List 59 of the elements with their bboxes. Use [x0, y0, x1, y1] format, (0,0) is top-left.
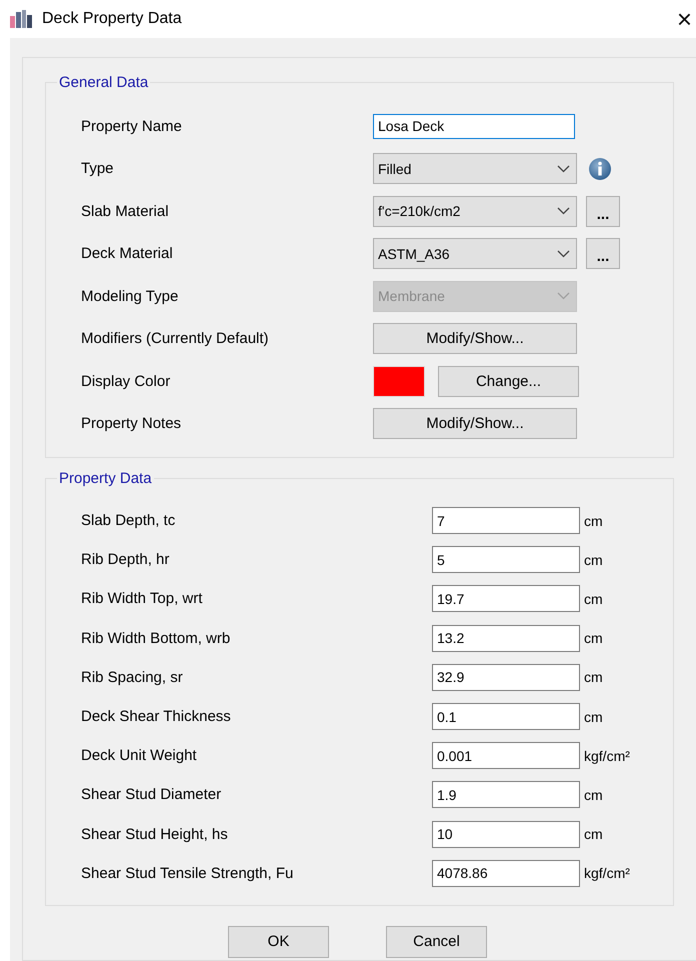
field-label: Rib Spacing, sr	[81, 668, 184, 686]
number-input[interactable]: 0.001	[432, 742, 580, 770]
field-label: Shear Stud Tensile Strength, Fu	[81, 864, 294, 882]
chevron-down-icon	[557, 292, 570, 300]
group-title: Property Data	[58, 470, 153, 487]
window-title: Deck Property Data	[42, 10, 183, 28]
unit-label: cm	[584, 512, 603, 529]
app-icon	[10, 10, 32, 28]
field-label: Deck Shear Thickness	[81, 708, 232, 726]
field-label: Display Color	[81, 372, 172, 390]
field-label: Rib Width Top, wrt	[81, 590, 204, 608]
field-label: Type	[81, 160, 115, 178]
field-label: Property Name	[81, 118, 183, 135]
field-label: Slab Depth, tc	[81, 512, 176, 530]
field-label: Slab Material	[81, 202, 170, 220]
chevron-down-icon	[557, 164, 570, 173]
browse-button[interactable]: ...	[586, 238, 620, 270]
dropdown[interactable]: f'c=210k/cm2	[373, 196, 577, 227]
field-label: Shear Stud Height, hs	[81, 826, 229, 843]
number-input[interactable]: 10	[432, 820, 580, 848]
dropdown[interactable]: Filled	[373, 153, 577, 184]
text-input[interactable]: Losa Deck	[373, 114, 575, 139]
number-input[interactable]: 1.9	[432, 781, 580, 808]
number-input[interactable]: 13.2	[432, 624, 580, 652]
field-label: Shear Stud Diameter	[81, 786, 222, 804]
unit-label: cm	[584, 669, 603, 686]
group-title: General Data	[58, 74, 150, 91]
browse-button[interactable]: ...	[586, 196, 620, 227]
dropdown[interactable]: ASTM_A36	[373, 238, 577, 270]
number-input[interactable]: 5	[432, 546, 580, 574]
field-label: Deck Unit Weight	[81, 747, 198, 764]
field-label: Modeling Type	[81, 288, 180, 305]
number-input[interactable]: 0.1	[432, 703, 580, 730]
unit-label: cm	[584, 708, 603, 725]
number-input[interactable]: 4078.86	[432, 860, 580, 887]
chevron-down-icon	[557, 207, 570, 216]
unit-label: kgf/cm²	[584, 748, 630, 764]
field-label: Modifiers (Currently Default)	[81, 330, 270, 348]
number-input[interactable]: 19.7	[432, 585, 580, 612]
field-label: Deck Material	[81, 245, 174, 262]
cancel-button[interactable]: Cancel	[386, 926, 487, 958]
unit-label: cm	[584, 590, 603, 607]
ok-button[interactable]: OK	[228, 926, 329, 958]
unit-label: cm	[584, 826, 603, 842]
chevron-down-icon	[557, 250, 570, 258]
modify-button[interactable]: Modify/Show...	[373, 323, 577, 354]
field-label: Rib Width Bottom, wrb	[81, 630, 232, 647]
color-swatch[interactable]	[373, 366, 425, 397]
field-label: Property Notes	[81, 415, 182, 432]
close-button[interactable]: ×	[676, 4, 696, 34]
unit-label: cm	[584, 630, 603, 646]
change-button[interactable]: Change...	[438, 366, 579, 397]
unit-label: kgf/cm²	[584, 865, 630, 882]
number-input[interactable]: 7	[432, 507, 580, 534]
unit-label: cm	[584, 552, 603, 568]
unit-label: cm	[584, 786, 603, 803]
field-label: Rib Depth, hr	[81, 551, 170, 568]
number-input[interactable]: 32.9	[432, 664, 580, 691]
modify-button[interactable]: Modify/Show...	[373, 408, 577, 440]
